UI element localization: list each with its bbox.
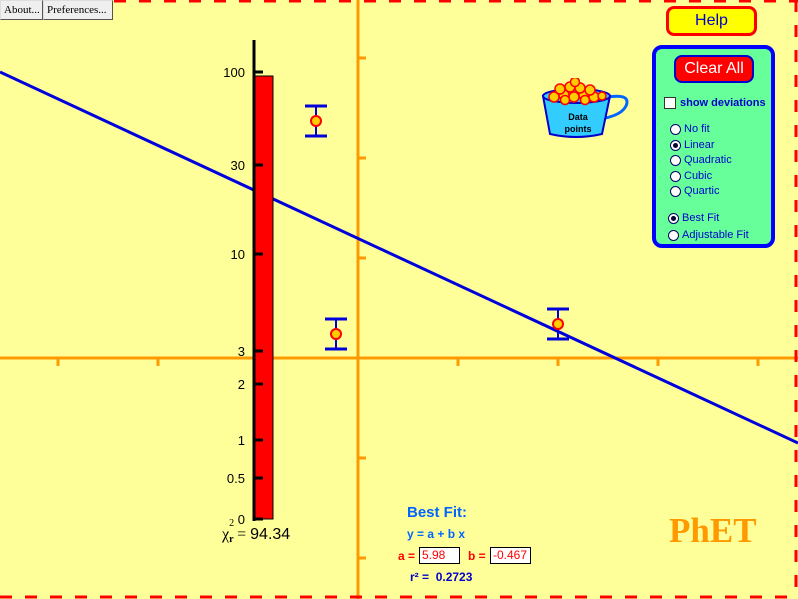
phet-logo: PhET xyxy=(669,511,757,550)
chi-meter-tick-label: 3 xyxy=(238,344,245,359)
r2-label: r² = xyxy=(410,570,430,584)
data-point-marker xyxy=(552,318,564,330)
radio-label: Quadratic xyxy=(684,154,732,166)
radio-quadratic[interactable]: Quadratic xyxy=(670,154,732,166)
chi-meter-tick-label: 100 xyxy=(223,65,245,80)
help-button[interactable]: Help xyxy=(666,6,757,36)
data-points-bucket[interactable]: Data points xyxy=(540,76,632,142)
chi-meter-tick-label: 30 xyxy=(231,158,245,173)
clear-all-button[interactable]: Clear All xyxy=(674,55,754,83)
chi-meter-tick-label: 1 xyxy=(238,433,245,448)
radio-button-selected[interactable] xyxy=(668,212,679,224)
chi-symbol: χ xyxy=(222,526,230,543)
bucket-label-line2: points xyxy=(564,124,592,134)
data-point-marker xyxy=(310,115,322,127)
a-label: a = xyxy=(398,549,416,563)
radio-best-fit[interactable]: Best Fit xyxy=(668,212,719,224)
chi-squared-readout: χ 2 r = 94.34 xyxy=(222,518,291,545)
r2-value: 0.2723 xyxy=(435,570,473,584)
radio-button-selected[interactable] xyxy=(670,139,681,151)
chi-squared-meter: 100 30 10 3 2 1 0.5 0 xyxy=(223,40,274,527)
data-points-layer xyxy=(305,104,569,351)
checkbox-box[interactable] xyxy=(664,97,676,109)
chi-squared-bar xyxy=(254,75,274,520)
a-value-field[interactable]: 5.98 xyxy=(419,547,460,564)
preferences-button[interactable]: Preferences... xyxy=(43,0,113,20)
radio-button[interactable] xyxy=(670,185,681,197)
radio-linear[interactable]: Linear xyxy=(670,139,715,151)
radio-adjustable-fit[interactable]: Adjustable Fit xyxy=(668,229,749,241)
show-deviations-label: show deviations xyxy=(680,97,766,109)
b-value-field[interactable]: -0.467 xyxy=(490,547,531,564)
radio-label: Cubic xyxy=(684,170,713,182)
radio-quartic[interactable]: Quartic xyxy=(670,185,719,197)
radio-label: Adjustable Fit xyxy=(682,229,749,241)
data-point[interactable] xyxy=(325,317,347,351)
bucket-label-line1: Data xyxy=(568,112,588,122)
chi-sup: 2 xyxy=(229,518,235,529)
radio-label: Best Fit xyxy=(682,212,720,224)
show-deviations-checkbox[interactable]: show deviations xyxy=(664,97,766,109)
chi-meter-tick-label: 0.5 xyxy=(227,471,245,486)
radio-label: Linear xyxy=(684,139,715,151)
radio-no-fit[interactable]: No fit xyxy=(670,123,710,135)
chi-meter-tick-label: 10 xyxy=(231,247,245,262)
data-point[interactable] xyxy=(305,104,327,138)
chi-sub: r xyxy=(229,534,234,545)
radio-button[interactable] xyxy=(670,123,681,135)
radio-button[interactable] xyxy=(670,154,681,166)
r-squared-readout: r² = 0.2723 xyxy=(410,570,472,584)
chi-meter-tick-label: 0 xyxy=(238,512,245,527)
radio-label: No fit xyxy=(684,123,710,135)
chi-value: 94.34 xyxy=(250,526,291,543)
chi-equals: = xyxy=(237,526,247,543)
radio-button[interactable] xyxy=(668,229,679,241)
radio-label: Quartic xyxy=(684,185,720,197)
b-label: b = xyxy=(468,549,486,563)
radio-button[interactable] xyxy=(670,170,681,182)
chi-meter-tick-label: 2 xyxy=(238,377,245,392)
fit-panel-title: Best Fit: xyxy=(407,504,467,521)
control-panel: Clear All show deviations No fit Linear … xyxy=(652,45,775,248)
fit-equation: y = a + b x xyxy=(407,527,466,541)
about-button[interactable]: About... xyxy=(0,0,43,20)
radio-cubic[interactable]: Cubic xyxy=(670,170,712,182)
data-point-marker xyxy=(330,328,342,340)
